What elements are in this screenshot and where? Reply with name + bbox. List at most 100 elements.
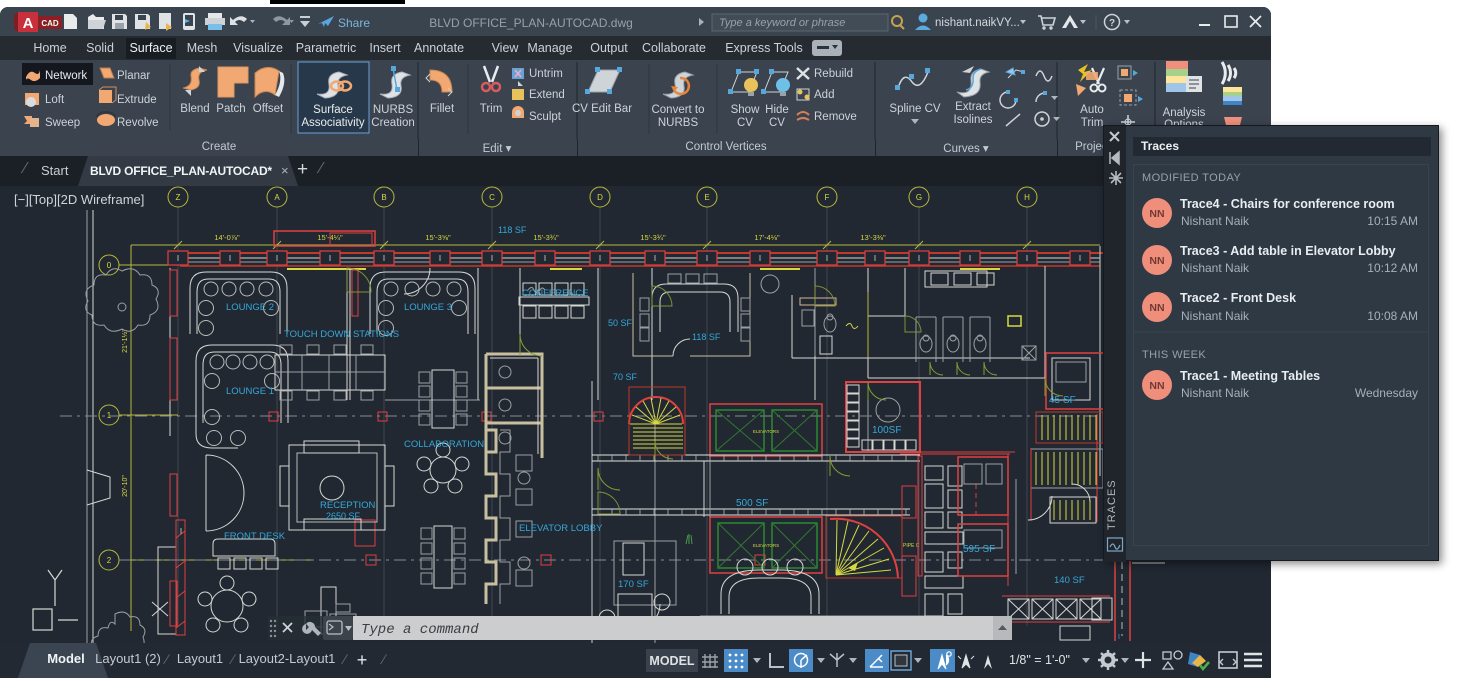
svg-text:10:12 AM: 10:12 AM bbox=[1367, 261, 1418, 275]
svg-text:Add: Add bbox=[814, 89, 834, 101]
svg-text:Rebuild: Rebuild bbox=[814, 68, 853, 80]
svg-text:TOUCH DOWN STATIONS: TOUCH DOWN STATIONS bbox=[284, 329, 399, 340]
svg-text:I: I bbox=[439, 254, 441, 263]
svg-text:Creation: Creation bbox=[371, 117, 414, 129]
svg-text:I: I bbox=[759, 254, 761, 263]
svg-text:?: ? bbox=[1109, 18, 1115, 29]
svg-text:Trim: Trim bbox=[1081, 117, 1104, 129]
svg-text:10:15 AM: 10:15 AM bbox=[1367, 214, 1418, 228]
svg-text:2: 2 bbox=[107, 556, 112, 565]
svg-text:Analysis: Analysis bbox=[1163, 107, 1206, 119]
svg-text:I: I bbox=[969, 254, 971, 263]
svg-text:F: F bbox=[825, 193, 830, 202]
svg-text:Model: Model bbox=[47, 651, 85, 666]
svg-text:A: A bbox=[274, 193, 280, 202]
svg-text:Z: Z bbox=[176, 193, 181, 202]
svg-text:20'-10": 20'-10" bbox=[122, 475, 129, 497]
svg-text:BLVD OFFICE_PLAN-AUTOCAD.dwg: BLVD OFFICE_PLAN-AUTOCAD.dwg bbox=[429, 16, 633, 30]
svg-text:Fillet: Fillet bbox=[430, 103, 455, 115]
svg-text:MODEL: MODEL bbox=[649, 654, 695, 668]
svg-text:I: I bbox=[383, 254, 385, 263]
svg-text:15'-3¾": 15'-3¾" bbox=[640, 233, 666, 242]
svg-text:Associativity: Associativity bbox=[301, 117, 365, 129]
svg-text:Nishant Naik: Nishant Naik bbox=[1181, 386, 1250, 400]
svg-text:Remove: Remove bbox=[814, 111, 857, 123]
svg-text:170 SF: 170 SF bbox=[618, 579, 649, 590]
svg-text:I: I bbox=[180, 527, 182, 536]
svg-text:I: I bbox=[918, 254, 920, 263]
svg-text:Surface: Surface bbox=[313, 104, 353, 116]
svg-text:NN: NN bbox=[1149, 208, 1164, 220]
svg-text:I: I bbox=[276, 254, 278, 263]
svg-text:Trace1 - Meeting Tables: Trace1 - Meeting Tables bbox=[1180, 369, 1320, 383]
svg-text:Type a keyword or phrase: Type a keyword or phrase bbox=[719, 17, 845, 29]
svg-text:D: D bbox=[597, 193, 603, 202]
svg-text:13'-3⅜": 13'-3⅜" bbox=[860, 233, 886, 242]
svg-text:Trace2 - Front Desk: Trace2 - Front Desk bbox=[1180, 291, 1296, 305]
svg-text:[−][Top][2D Wireframe]: [−][Top][2D Wireframe] bbox=[14, 192, 144, 207]
svg-text:Isolines: Isolines bbox=[954, 114, 993, 126]
svg-text:COLLABORATION: COLLABORATION bbox=[404, 439, 484, 450]
svg-text:∕: ∕ bbox=[380, 651, 388, 667]
svg-text:Untrim: Untrim bbox=[529, 68, 563, 80]
svg-text:NURBS: NURBS bbox=[373, 104, 414, 116]
svg-text:100SF: 100SF bbox=[872, 425, 901, 436]
svg-text:A: A bbox=[23, 15, 34, 32]
svg-text:Extend: Extend bbox=[529, 89, 565, 101]
svg-text:I: I bbox=[544, 254, 546, 263]
svg-text:Share: Share bbox=[338, 16, 370, 30]
svg-text:Sweep: Sweep bbox=[45, 117, 80, 129]
svg-text:Trim: Trim bbox=[480, 103, 503, 115]
svg-text:LOUNGE 2: LOUNGE 2 bbox=[226, 302, 274, 313]
svg-text:Layout1: Layout1 bbox=[177, 651, 223, 666]
svg-text:500 SF: 500 SF bbox=[736, 498, 768, 509]
svg-text:Nishant Naik: Nishant Naik bbox=[1181, 261, 1250, 275]
svg-text:B: B bbox=[381, 193, 386, 202]
svg-text:Show: Show bbox=[731, 104, 760, 116]
svg-text:NN: NN bbox=[1149, 302, 1164, 314]
svg-text:I: I bbox=[654, 254, 656, 263]
svg-text:Patch: Patch bbox=[216, 103, 245, 115]
svg-text:Trace3 - Add table in Elevator: Trace3 - Add table in Elevator Lobby bbox=[1180, 244, 1396, 258]
svg-text:Extract: Extract bbox=[955, 101, 992, 113]
svg-text:LOUNGE 1: LOUNGE 1 bbox=[226, 386, 274, 397]
svg-text:595 SF: 595 SF bbox=[963, 544, 995, 555]
svg-text:Offset: Offset bbox=[253, 103, 284, 115]
svg-text:CONFERENCE: CONFERENCE bbox=[522, 288, 589, 299]
svg-text:I: I bbox=[1079, 254, 1081, 263]
svg-text:Trace4 - Chairs for conference: Trace4 - Chairs for conference room bbox=[1180, 197, 1395, 211]
svg-text:NURBS: NURBS bbox=[658, 117, 699, 129]
svg-text:nishant.naikVY...: nishant.naikVY... bbox=[935, 17, 1020, 29]
svg-text:Sculpt: Sculpt bbox=[529, 111, 562, 123]
svg-text:I: I bbox=[826, 254, 828, 263]
svg-text:+: + bbox=[357, 650, 368, 670]
svg-text:Type a command: Type a command bbox=[361, 622, 479, 638]
svg-text:ELEVATOR LOBBY: ELEVATOR LOBBY bbox=[519, 523, 603, 534]
svg-text:118 SF: 118 SF bbox=[498, 225, 527, 235]
svg-text:10:08 AM: 10:08 AM bbox=[1367, 309, 1418, 323]
svg-text:ELEVATORS: ELEVATORS bbox=[753, 429, 779, 434]
svg-text:118 SF: 118 SF bbox=[692, 332, 721, 342]
svg-text:15'-3¾": 15'-3¾" bbox=[533, 233, 559, 242]
svg-text:I: I bbox=[177, 254, 179, 263]
svg-text:ELEVATORS: ELEVATORS bbox=[753, 543, 779, 548]
svg-text:14'-0⅞": 14'-0⅞" bbox=[214, 233, 240, 242]
svg-text:Spline CV: Spline CV bbox=[889, 103, 940, 115]
svg-text:Layout2-Layout1: Layout2-Layout1 bbox=[239, 651, 336, 666]
svg-text:I: I bbox=[706, 254, 708, 263]
svg-text:21'-1½": 21'-1½" bbox=[121, 329, 129, 353]
svg-text:I: I bbox=[1118, 634, 1120, 641]
svg-text:∕: ∕ bbox=[341, 651, 349, 667]
svg-text:CV Edit Bar: CV Edit Bar bbox=[572, 103, 632, 115]
svg-text:Network: Network bbox=[45, 70, 87, 82]
svg-text:Loft: Loft bbox=[45, 94, 65, 106]
svg-text:CV: CV bbox=[769, 117, 785, 129]
svg-text:CAD: CAD bbox=[41, 19, 59, 28]
svg-text:RECEPTION: RECEPTION bbox=[320, 500, 376, 511]
svg-text:H: H bbox=[1024, 193, 1030, 202]
svg-text:1/8" = 1'-0": 1/8" = 1'-0" bbox=[1009, 653, 1070, 667]
svg-text:C: C bbox=[489, 193, 495, 202]
svg-text:∕: ∕ bbox=[163, 651, 171, 667]
svg-text:50 SF: 50 SF bbox=[608, 318, 633, 328]
svg-text:Nishant Naik: Nishant Naik bbox=[1181, 214, 1250, 228]
